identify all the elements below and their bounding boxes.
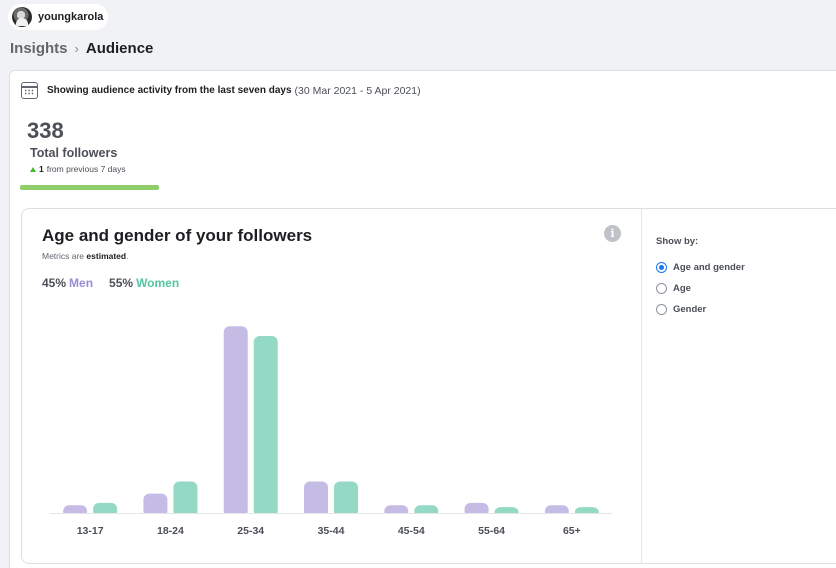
- date-range-row: Showing audience activity from the last …: [21, 82, 421, 99]
- radio-gender[interactable]: Gender: [656, 304, 706, 315]
- bar-women-18-24[interactable]: [173, 481, 198, 517]
- age-gender-panel: Age and gender of your followers i Metri…: [21, 208, 836, 564]
- followers-label: Total followers: [30, 146, 118, 160]
- arrow-up-icon: [30, 166, 36, 172]
- activity-description: Showing audience activity from the last …: [47, 85, 292, 96]
- radio-button[interactable]: [656, 283, 667, 294]
- radio-button[interactable]: [656, 262, 667, 273]
- breadcrumb-insights-link[interactable]: Insights: [10, 40, 68, 57]
- account-username: youngkarola: [38, 11, 104, 23]
- activity-date-range: (30 Mar 2021 - 5 Apr 2021): [294, 84, 421, 97]
- x-tick-label: 18-24: [157, 525, 184, 537]
- breadcrumb: Insights › Audience: [10, 40, 153, 57]
- age-gender-bar-chart: 13-17 18-24 25-34 35-44 45-54 55-64 65+: [50, 326, 612, 537]
- page-title: Audience: [85, 40, 154, 57]
- x-tick-label: 55-64: [478, 525, 505, 537]
- bar-men-25-34[interactable]: [223, 326, 248, 517]
- audience-card: Showing audience activity from the last …: [9, 70, 836, 568]
- radio-label: Age and gender: [673, 262, 745, 273]
- x-tick-label: 45-54: [398, 525, 425, 537]
- bar-women-35-44[interactable]: [334, 481, 358, 517]
- radio-label: Gender: [673, 304, 707, 315]
- followers-count: 338: [27, 118, 64, 143]
- show-by-title: Show by:: [656, 236, 699, 247]
- x-tick-label: 35-44: [318, 525, 345, 537]
- followers-progress-fill: [20, 185, 159, 190]
- followers-progress-bar: [20, 185, 159, 190]
- bar-women-25-34[interactable]: [253, 335, 278, 517]
- radio-age-and-gender[interactable]: Age and gender: [656, 262, 745, 273]
- chevron-right-icon: ›: [74, 41, 79, 56]
- x-tick-label: 13-17: [77, 525, 104, 537]
- delta-text: from previous 7 days: [46, 164, 126, 174]
- radio-age[interactable]: Age: [656, 283, 691, 294]
- x-tick-label: 25-34: [237, 525, 264, 537]
- panel-divider: [641, 209, 642, 563]
- avatar: [12, 7, 32, 27]
- radio-label: Age: [673, 283, 691, 294]
- x-tick-label: 65+: [563, 525, 581, 537]
- account-switcher[interactable]: youngkarola: [8, 4, 108, 30]
- radio-button[interactable]: [656, 304, 667, 315]
- bar-men-35-44[interactable]: [304, 481, 328, 517]
- followers-delta: 1 from previous 7 days: [30, 164, 126, 174]
- calendar-icon: [21, 82, 38, 99]
- delta-value: 1: [39, 164, 44, 174]
